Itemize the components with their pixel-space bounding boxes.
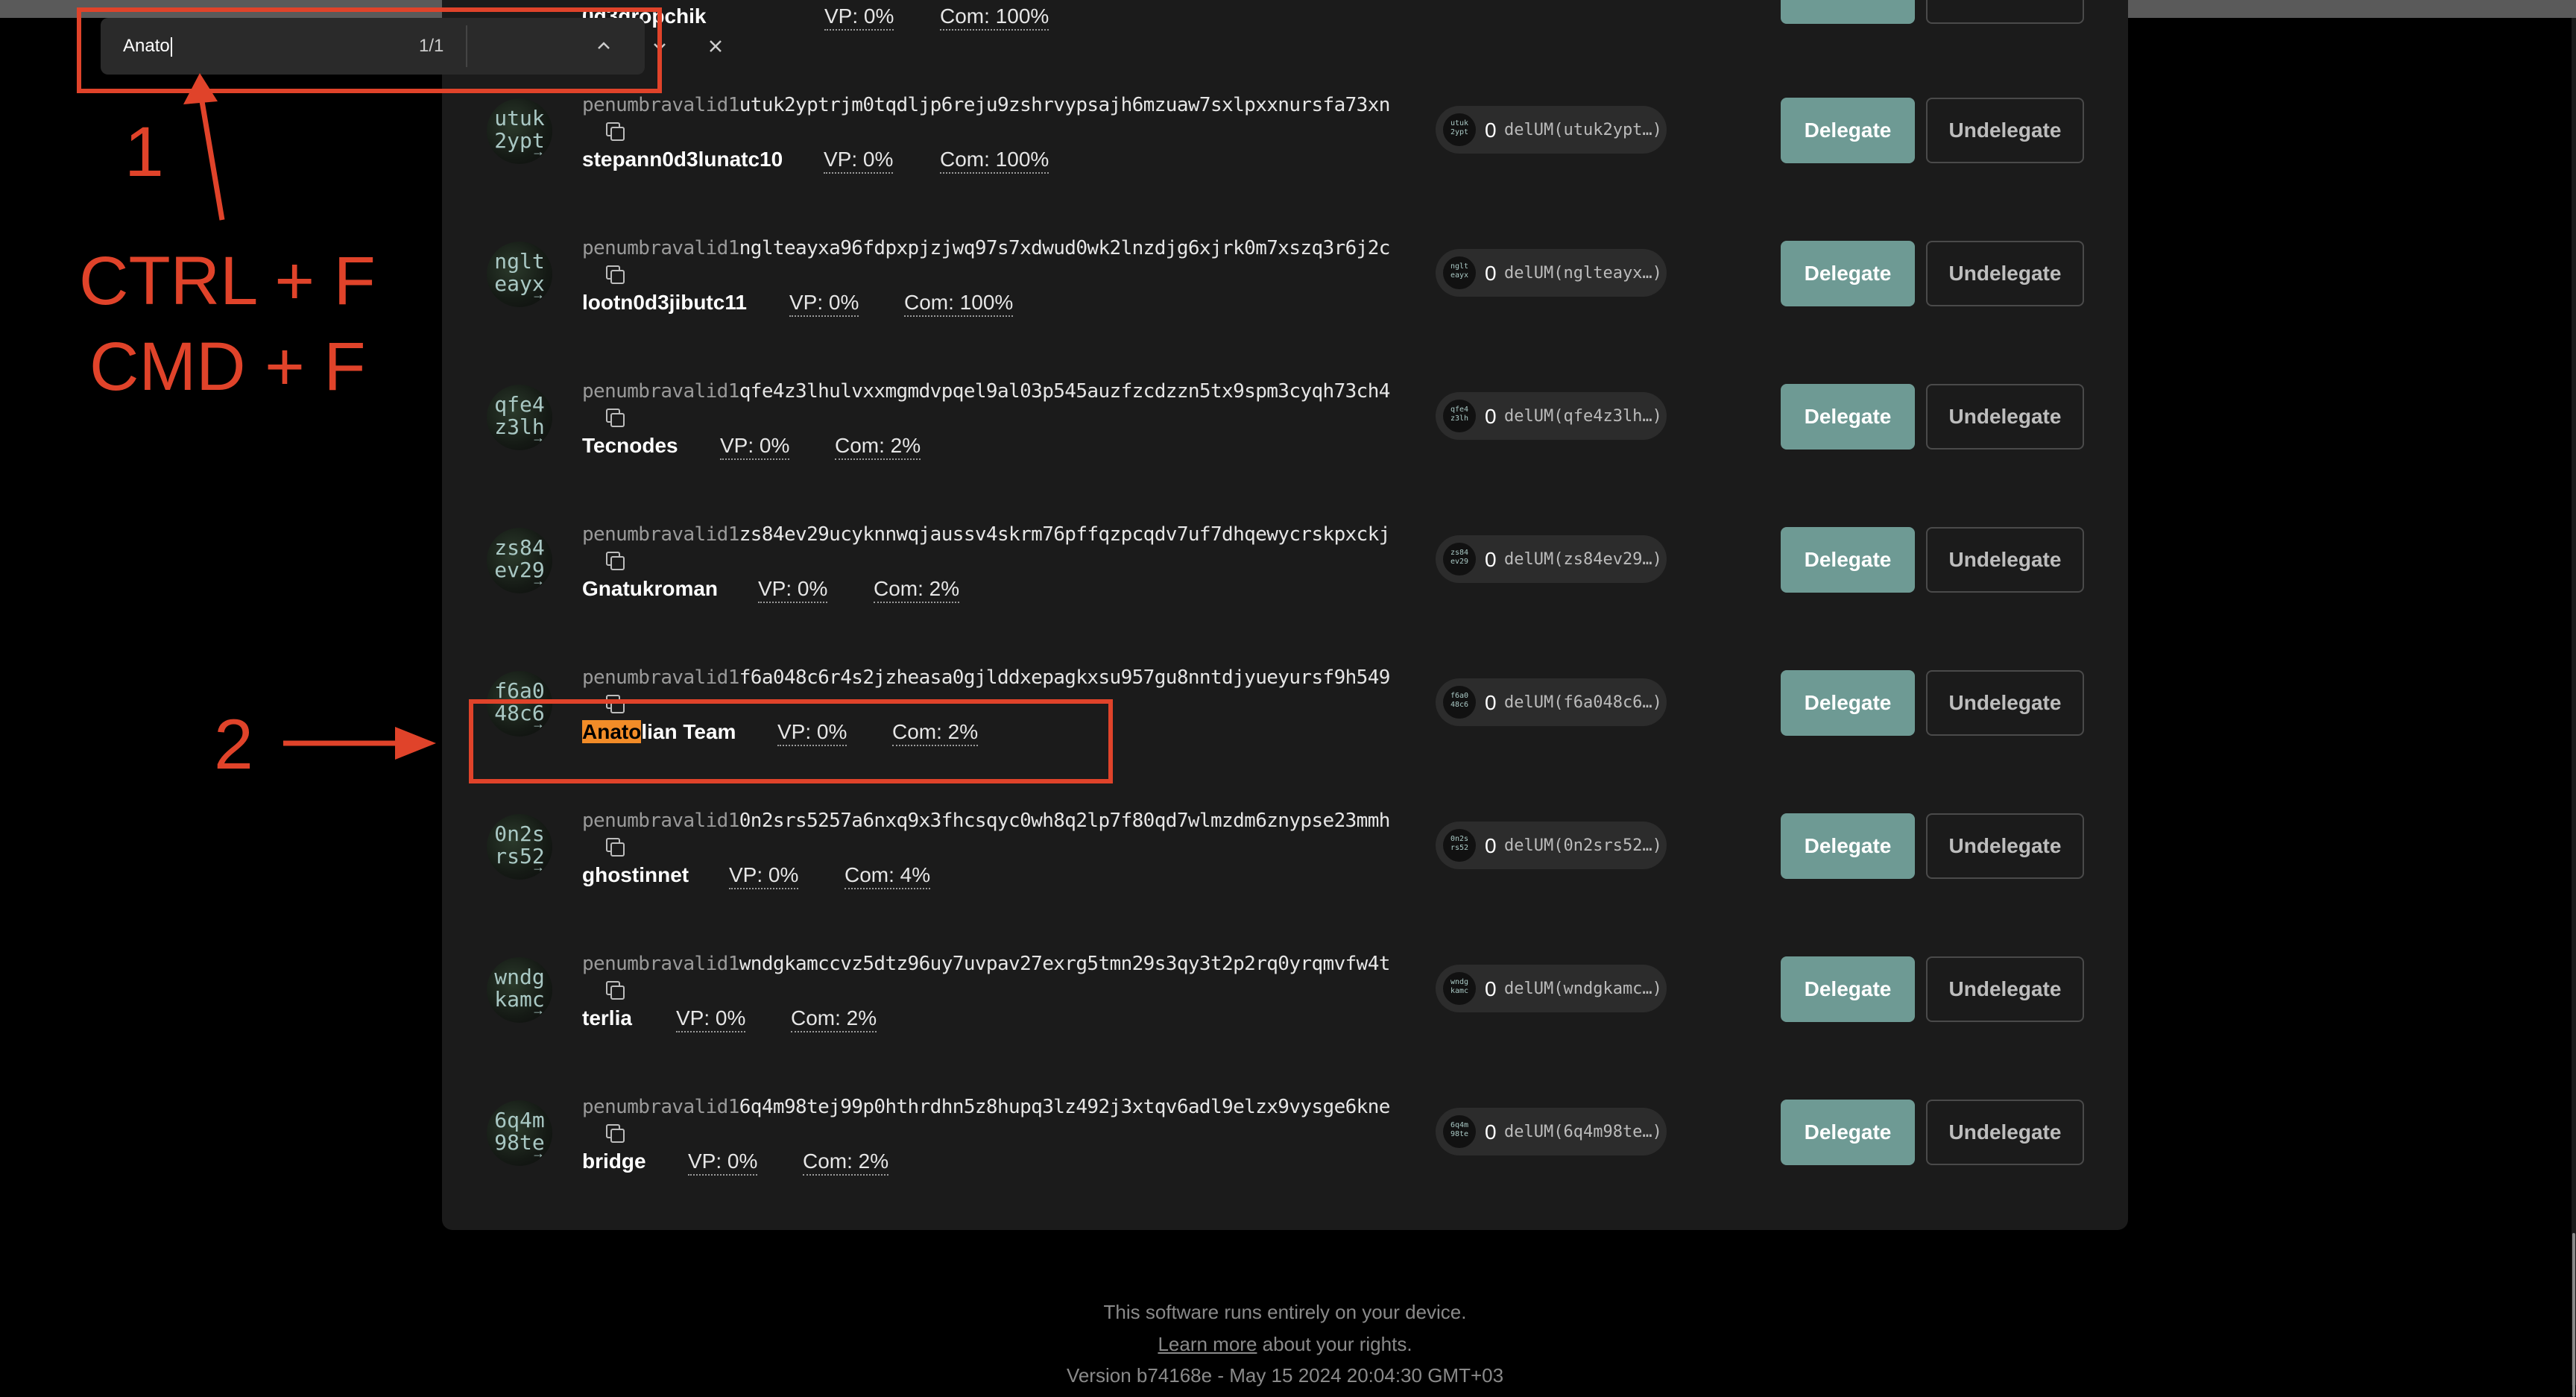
annotation-shortcut-cmd: CMD + F [89, 329, 366, 405]
annotation-label-1: 1 [124, 113, 164, 192]
annotation-shortcut-ctrl: CTRL + F [79, 243, 376, 319]
annotation-label-2: 2 [214, 705, 253, 784]
annotation-arrows [183, 73, 436, 760]
